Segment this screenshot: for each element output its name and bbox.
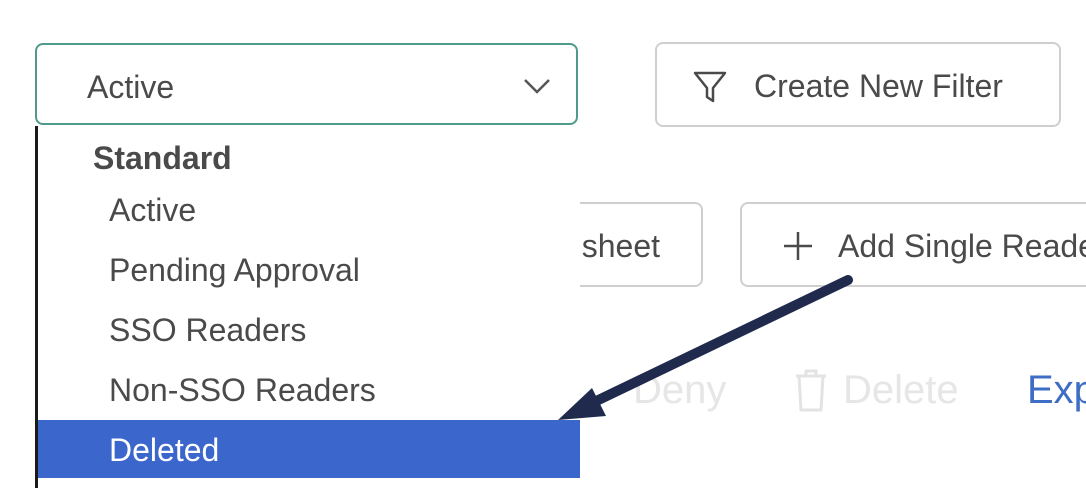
dropdown-option-label: Active [109, 192, 197, 228]
dropdown-option-non-sso-readers[interactable]: Non-SSO Readers [38, 360, 580, 418]
plus-icon [784, 232, 812, 260]
filter-dropdown-menu: Standard Active Pending Approval SSO Rea… [35, 126, 580, 488]
dropdown-option-deleted[interactable]: Deleted [38, 420, 580, 478]
dropdown-option-label: SSO Readers [109, 312, 307, 348]
filter-select-value: Active [87, 69, 175, 105]
filter-select[interactable]: Active [35, 43, 578, 125]
dropdown-option-label: Pending Approval [109, 252, 360, 288]
import-spreadsheet-label: sheet [581, 228, 660, 264]
delete-action[interactable]: Delete [843, 368, 959, 413]
dropdown-option-sso-readers[interactable]: SSO Readers [38, 300, 580, 358]
create-filter-label: Create New Filter [754, 68, 1003, 104]
chevron-down-icon [524, 79, 550, 94]
add-single-reader-label: Add Single Reader [838, 228, 1086, 264]
dropdown-option-label: Deleted [109, 432, 220, 468]
funnel-icon [693, 71, 727, 103]
deny-action[interactable]: Deny [633, 368, 726, 413]
export-link[interactable]: Exp [1027, 368, 1086, 413]
dropdown-option-label: Non-SSO Readers [109, 372, 376, 408]
dropdown-group-header: Standard [93, 140, 232, 176]
trash-icon [796, 369, 826, 412]
create-filter-button[interactable]: Create New Filter [655, 42, 1061, 127]
dropdown-option-active[interactable]: Active [38, 180, 580, 238]
add-single-reader-button[interactable]: Add Single Reader [740, 202, 1086, 287]
dropdown-option-pending-approval[interactable]: Pending Approval [38, 240, 580, 298]
